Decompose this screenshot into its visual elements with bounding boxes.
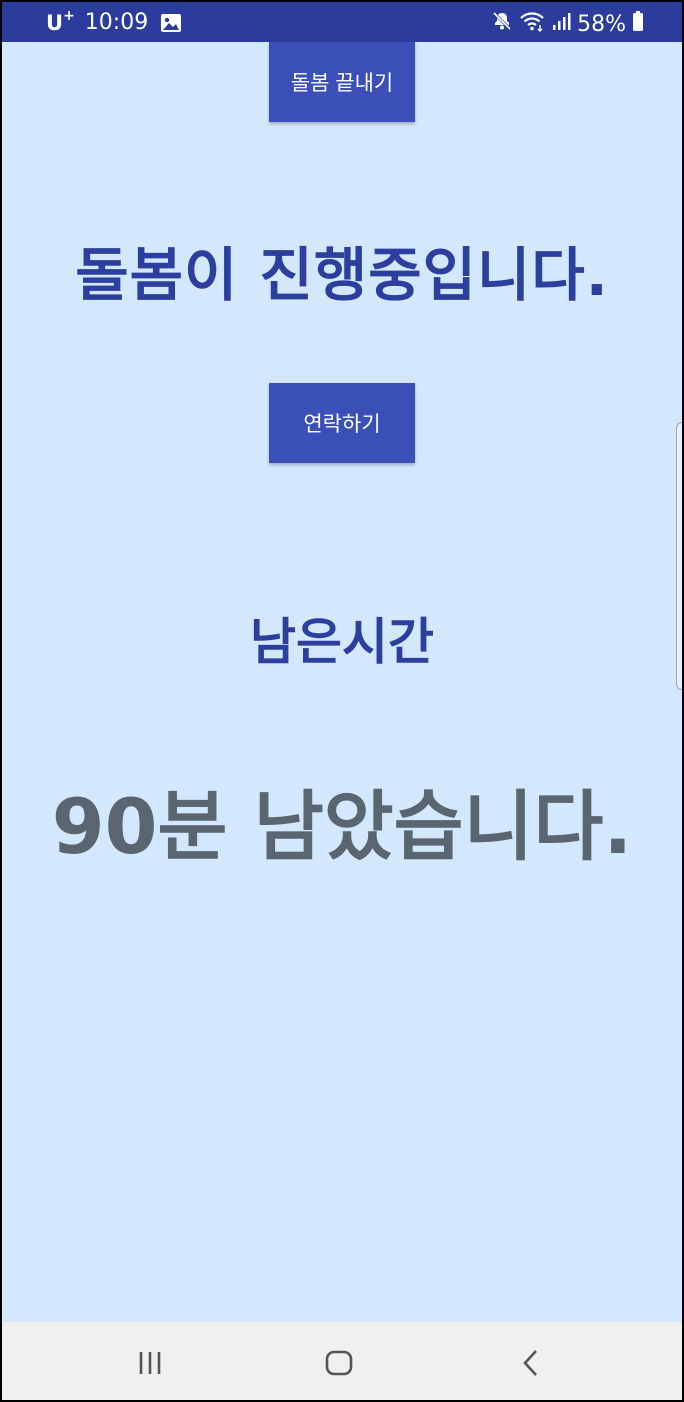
remaining-time-label: 남은시간 <box>250 613 434 671</box>
end-care-button[interactable]: 돌봄 끝내기 <box>269 42 415 122</box>
carrier-name: U <box>46 11 64 35</box>
carrier-label: U+ <box>46 8 75 35</box>
back-icon[interactable] <box>516 1348 546 1378</box>
wifi-icon <box>519 10 545 38</box>
gallery-icon <box>160 13 182 33</box>
status-right: 58% <box>485 10 644 38</box>
contact-button[interactable]: 연락하기 <box>269 383 415 463</box>
mute-icon <box>491 10 513 38</box>
navigation-bar <box>2 1322 682 1400</box>
app-screen: U+ 10:09 58% 돌봄 끝내기 돌봄이 진행중입니다. 연락하기 남은시… <box>0 0 684 1402</box>
status-bar: U+ 10:09 58% <box>2 2 682 42</box>
status-left: U+ 10:09 <box>46 8 182 35</box>
edge-panel-handle[interactable] <box>676 422 682 690</box>
signal-icon <box>551 11 571 37</box>
home-icon[interactable] <box>324 1348 354 1378</box>
recent-apps-icon[interactable] <box>136 1348 166 1378</box>
battery-percent: 58% <box>577 11 626 37</box>
carrier-plus: + <box>63 8 75 24</box>
status-time: 10:09 <box>84 10 149 35</box>
remaining-time-value: 90분 남았습니다. <box>51 782 633 871</box>
care-in-progress-title: 돌봄이 진행중입니다. <box>75 241 609 309</box>
battery-icon <box>632 10 644 38</box>
